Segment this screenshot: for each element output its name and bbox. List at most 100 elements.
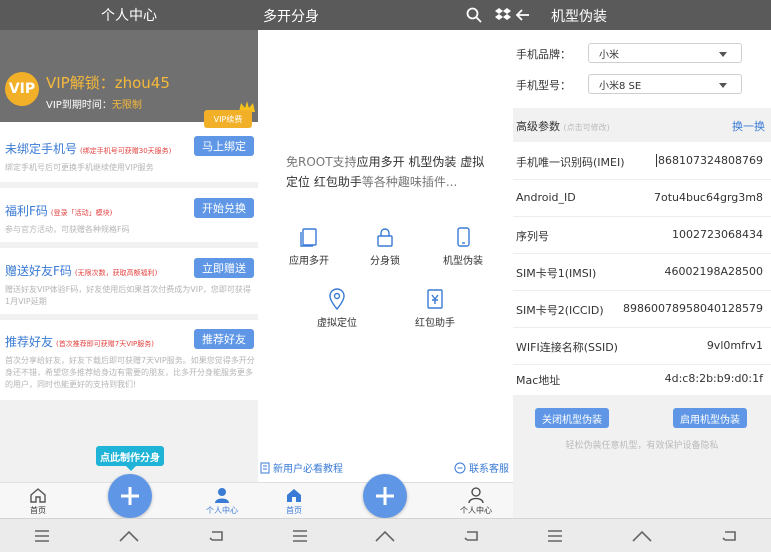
param-value[interactable]: 4d:c8:2b:b9:d0:1f xyxy=(665,372,763,385)
home-icon xyxy=(287,489,301,502)
brand-select[interactable]: 小米 xyxy=(588,43,742,63)
param-key: Android_ID xyxy=(516,191,576,204)
settings-gear-icon[interactable] xyxy=(258,4,260,26)
home-nav-icon[interactable] xyxy=(119,530,139,542)
disable-spoof-button[interactable]: 关闭机型伪装 xyxy=(535,408,609,428)
brand-label: 手机品牌： xyxy=(516,48,571,61)
feature-label: 机型伪装 xyxy=(443,256,483,267)
home-nav-icon[interactable] xyxy=(632,530,652,542)
param-row-mac[interactable]: Mac地址 4d:c8:2b:b9:d0:1f xyxy=(513,360,771,397)
vip-expire-label: VIP到期时间： xyxy=(46,100,112,111)
tutorial-link-text: 新用户必看教程 xyxy=(273,464,343,475)
back-icon[interactable] xyxy=(463,530,479,542)
vip-unlock-text: VIP解锁：zhou45 xyxy=(46,74,170,92)
top-bar: 多开分身 xyxy=(258,0,513,30)
search-icon[interactable] xyxy=(466,7,482,23)
param-value[interactable]: 868107324808769 xyxy=(656,154,763,167)
feature-red-packet[interactable]: 红包助手 xyxy=(400,288,470,329)
feature-app-clone[interactable]: 应用多开 xyxy=(274,226,344,267)
vip-badge: VIP xyxy=(5,72,39,106)
copy-icon xyxy=(300,228,317,247)
advanced-params-header: 高级参数 (点击可修改) 换一换 xyxy=(513,108,771,142)
param-value[interactable]: 7otu4buc64grg3m8 xyxy=(654,191,763,204)
tab-profile[interactable]: 个人中心 xyxy=(446,483,506,519)
bind-now-button[interactable]: 马上绑定 xyxy=(194,136,254,156)
top-bar: 个人中心 xyxy=(0,0,258,30)
card-desc: 参与官方活动，可获赠各种规格F码 xyxy=(5,225,130,234)
feature-clone-lock[interactable]: 分身锁 xyxy=(350,226,420,267)
advanced-params-label: 高级参数 (点击可修改) xyxy=(516,118,610,134)
param-value[interactable]: 1002723068434 xyxy=(672,228,763,241)
card-desc: 首次分享给好友，好友下载后即可获赠7天VIP服务。如果您觉得多开分身还不错，希望… xyxy=(5,356,255,389)
enable-spoof-button[interactable]: 启用机型伪装 xyxy=(673,408,747,428)
back-icon[interactable] xyxy=(721,530,737,542)
card-title: 赠送好友F码 (无限次数，获取高额福利) xyxy=(5,262,157,279)
param-value[interactable]: 9vl0mfrv1 xyxy=(707,339,763,352)
phone-icon xyxy=(457,227,470,247)
recommend-button[interactable]: 推荐好友 xyxy=(194,329,254,349)
card-desc: 绑定手机号后可更换手机继续使用VIP服务 xyxy=(5,163,154,172)
feature-virtual-location[interactable]: 虚拟定位 xyxy=(302,288,372,329)
param-row-imei[interactable]: 手机唯一识别码(IMEI) 868107324808769 xyxy=(513,142,771,180)
model-value: 小米8 SE xyxy=(599,80,642,92)
system-nav-bar xyxy=(0,518,258,552)
add-clone-button[interactable] xyxy=(363,474,407,518)
adv-note: (点击可修改) xyxy=(563,123,610,132)
param-value[interactable]: 89860078958040128579 xyxy=(623,302,763,315)
card-title-text: 福利F码 xyxy=(5,204,48,218)
tab-home[interactable]: 首页 xyxy=(264,483,324,519)
dropbox-icon[interactable] xyxy=(494,6,512,24)
system-nav-bar xyxy=(258,518,513,552)
card-title: 推荐好友 (首次推荐即可获赠7天VIP服务) xyxy=(5,333,154,350)
card-title: 福利F码 (登录「活动」模块) xyxy=(5,202,112,219)
page-title: 个人中心 xyxy=(101,8,157,24)
card-note: (绑定手机号可获赠30天服务) xyxy=(80,147,172,155)
adv-title: 高级参数 xyxy=(516,120,560,133)
refresh-params-link[interactable]: 换一换 xyxy=(732,118,765,134)
tab-profile[interactable]: 个人中心 xyxy=(192,483,252,519)
card-title-text: 推荐好友 xyxy=(5,335,54,349)
param-key: 序列号 xyxy=(516,230,549,243)
feature-label: 分身锁 xyxy=(370,256,400,267)
page-title: 机型伪装 xyxy=(551,9,607,25)
param-value[interactable]: 46002198A28500 xyxy=(664,265,763,278)
vip-expire-value: 无限制 xyxy=(111,100,142,111)
add-clone-button[interactable] xyxy=(108,474,152,518)
intro-part: 免ROOT支持 xyxy=(286,155,357,169)
card-note: (无限次数，获取高额福利) xyxy=(74,269,158,277)
menu-icon[interactable] xyxy=(292,529,308,542)
menu-icon[interactable] xyxy=(34,529,50,542)
card-title-text: 赠送好友F码 xyxy=(5,264,72,278)
profile-screen: 个人中心 VIP VIP解锁：zhou45 VIP到期时间：无限制 VIP续费 … xyxy=(0,0,258,552)
vip-renew-button[interactable]: VIP续费 xyxy=(204,110,252,128)
param-row-serial[interactable]: 序列号 1002723068434 xyxy=(513,216,771,254)
divider xyxy=(0,242,258,248)
spoof-hint: 轻松伪装任意机型，有效保护设备隐私 xyxy=(565,441,719,451)
chevron-down-icon xyxy=(719,52,727,57)
param-row-android-id[interactable]: Android_ID 7otu4buc64grg3m8 xyxy=(513,179,771,217)
home-nav-icon[interactable] xyxy=(375,530,396,542)
tab-label: 个人中心 xyxy=(460,506,492,515)
card-note: (登录「活动」模块) xyxy=(50,209,113,217)
gift-now-button[interactable]: 立即赠送 xyxy=(194,258,254,278)
model-select[interactable]: 小米8 SE xyxy=(588,74,742,94)
home-screen: 多开分身 免ROOT支持应用多开 机型伪装 虚拟定位 红包助手等各种趣味插件..… xyxy=(258,0,513,552)
menu-icon[interactable] xyxy=(547,529,563,542)
contact-service-text: 联系客服 xyxy=(469,464,509,475)
card-desc: 赠送好友VIP体验F码，好友使用后如果首次付费成为VIP，您即可获得1月VIP延… xyxy=(5,285,251,306)
back-arrow-icon[interactable] xyxy=(515,7,531,23)
param-row-iccid[interactable]: SIM卡号2(ICCID) 89860078958040128579 xyxy=(513,290,771,328)
tab-home[interactable]: 首页 xyxy=(8,483,68,519)
document-icon xyxy=(260,462,270,473)
redeem-button[interactable]: 开始兑换 xyxy=(194,198,254,218)
page-title: 多开分身 xyxy=(263,9,319,25)
param-row-imsi[interactable]: SIM卡号1(IMSI) 46002198A28500 xyxy=(513,253,771,291)
plus-icon xyxy=(121,487,139,505)
back-icon[interactable] xyxy=(208,530,224,542)
contact-service-link[interactable]: 联系客服 xyxy=(454,460,509,475)
tutorial-link[interactable]: 新用户必看教程 xyxy=(260,460,343,475)
vip-expire: VIP到期时间：无限制 xyxy=(46,96,142,111)
intro-text: 免ROOT支持应用多开 机型伪装 虚拟定位 红包助手等各种趣味插件... xyxy=(286,152,486,192)
param-key: SIM卡号1(IMSI) xyxy=(516,267,597,280)
feature-device-spoof[interactable]: 机型伪装 xyxy=(428,226,498,267)
